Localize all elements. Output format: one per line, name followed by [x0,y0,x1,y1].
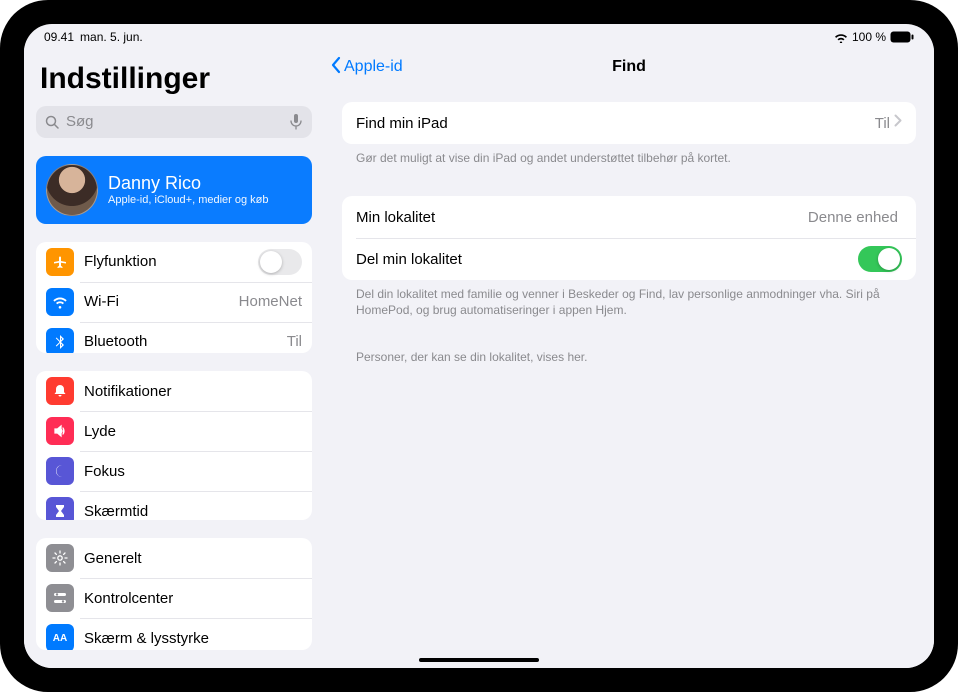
chevron-right-icon [894,114,902,132]
sidebar-group-notifications: Notifikationer Lyde Fokus [36,371,312,520]
sidebar-group-general: Generelt Kontrolcenter AA Skærm & lyssty… [36,538,312,650]
wifi-settings-icon [46,288,74,316]
airplane-label: Flyfunktion [84,253,258,270]
bluetooth-value: Til [287,333,302,350]
battery-icon [890,31,914,43]
bluetooth-icon [46,328,74,354]
airplane-toggle[interactable] [258,249,302,275]
sidebar-item-bluetooth[interactable]: Bluetooth Til [36,322,312,354]
search-icon [44,114,60,130]
find-ipad-label: Find min iPad [356,115,875,132]
sidebar-item-display[interactable]: AA Skærm & lysstyrke [36,618,312,650]
sidebar-item-sounds[interactable]: Lyde [36,411,312,451]
mic-icon[interactable] [288,114,304,130]
location-group: Min lokalitet Denne enhed Del min lokali… [342,196,916,280]
home-indicator[interactable] [419,658,539,662]
brightness-icon: AA [46,624,74,650]
notifications-label: Notifikationer [84,383,302,400]
screen: 09.41 man. 5. jun. 100 % Indstillinger [24,24,934,668]
find-ipad-row[interactable]: Find min iPad Til [342,102,916,144]
airplane-icon [46,248,74,276]
general-label: Generelt [84,550,302,567]
sidebar-item-notifications[interactable]: Notifikationer [36,371,312,411]
status-bar: 09.41 man. 5. jun. 100 % [24,24,934,46]
share-location-row: Del min lokalitet [342,238,916,280]
profile-subtitle: Apple-id, iCloud+, medier og køb [108,194,269,206]
people-footer: Personer, der kan se din lokalitet, vise… [342,343,916,365]
profile-name: Danny Rico [108,173,269,194]
speaker-icon [46,417,74,445]
bluetooth-label: Bluetooth [84,333,287,350]
settings-title: Indstillinger [36,54,312,106]
avatar [46,164,98,216]
share-location-label: Del min lokalitet [356,251,858,268]
sidebar-item-wifi[interactable]: Wi-Fi HomeNet [36,282,312,322]
bell-icon [46,377,74,405]
sidebar-item-controlcenter[interactable]: Kontrolcenter [36,578,312,618]
sounds-label: Lyde [84,423,302,440]
find-ipad-value: Til [875,115,890,132]
wifi-icon [834,32,848,43]
battery-percent: 100 % [852,30,886,44]
find-ipad-footer: Gør det muligt at vise din iPad og andet… [342,144,916,166]
sidebar-item-general[interactable]: Generelt [36,538,312,578]
search-input[interactable] [66,113,288,130]
nav-title: Find [324,58,934,76]
moon-icon [46,457,74,485]
hourglass-icon [46,497,74,520]
status-time: 09.41 [44,30,74,44]
controlcenter-label: Kontrolcenter [84,590,302,607]
wifi-label: Wi-Fi [84,293,239,310]
search-field[interactable] [36,106,312,138]
focus-label: Fokus [84,463,302,480]
svg-text:AA: AA [53,633,67,644]
sidebar-item-focus[interactable]: Fokus [36,451,312,491]
find-ipad-group: Find min iPad Til [342,102,916,144]
gear-icon [46,544,74,572]
share-location-footer: Del din lokalitet med familie og venner … [342,280,916,318]
status-date: man. 5. jun. [80,30,143,44]
nav-bar: Apple-id Find [324,46,934,88]
sidebar: Indstillinger Danny Rico Apple-id, iClou… [24,46,324,668]
content-pane: Apple-id Find Find min iPad Til [324,46,934,668]
my-location-label: Min lokalitet [356,209,808,226]
my-location-value: Denne enhed [808,209,898,226]
sliders-icon [46,584,74,612]
ipad-frame: 09.41 man. 5. jun. 100 % Indstillinger [0,0,958,692]
sidebar-item-airplane[interactable]: Flyfunktion [36,242,312,282]
wifi-value: HomeNet [239,293,302,310]
share-location-toggle[interactable] [858,246,902,272]
sidebar-item-screentime[interactable]: Skærmtid [36,491,312,520]
profile-row[interactable]: Danny Rico Apple-id, iCloud+, medier og … [36,156,312,224]
sidebar-group-connectivity: Flyfunktion Wi-Fi HomeNet [36,242,312,354]
my-location-row[interactable]: Min lokalitet Denne enhed [342,196,916,238]
display-label: Skærm & lysstyrke [84,630,302,647]
screentime-label: Skærmtid [84,503,302,520]
